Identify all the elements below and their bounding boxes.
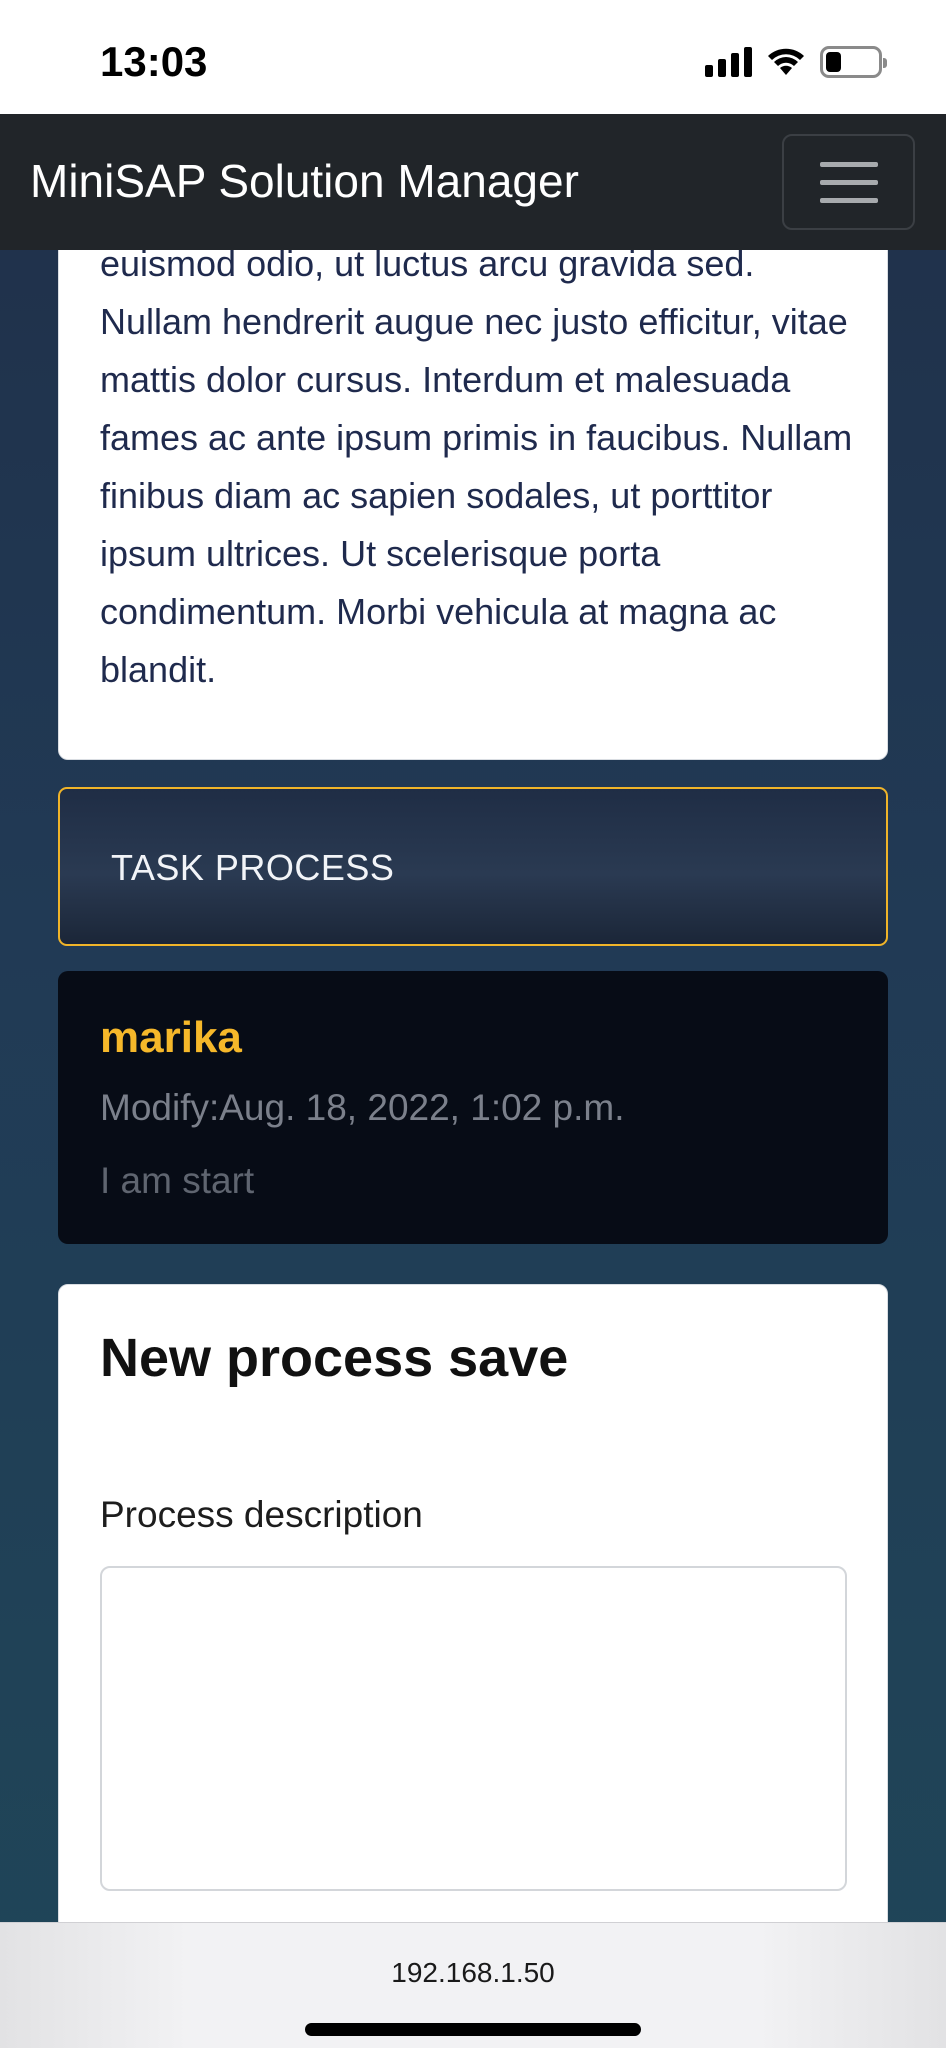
- battery-icon: [820, 46, 887, 78]
- process-user: marika: [100, 1013, 242, 1062]
- status-bar: 13:03: [0, 0, 946, 114]
- signal-icon: [705, 47, 752, 77]
- wifi-icon: [766, 47, 806, 77]
- form-title: New process save: [100, 1328, 569, 1388]
- process-description-label: Process description: [100, 1494, 423, 1535]
- description-text: euismod odio, ut luctus arcu gravida sed…: [100, 250, 853, 690]
- home-indicator[interactable]: [305, 2023, 641, 2036]
- address-url[interactable]: 192.168.1.50: [0, 1957, 946, 1989]
- description-card: euismod odio, ut luctus arcu gravida sed…: [58, 250, 888, 760]
- battery-level: [826, 52, 841, 72]
- status-time: 13:03: [100, 38, 208, 85]
- process-description-input[interactable]: [100, 1566, 847, 1891]
- main-content[interactable]: euismod odio, ut luctus arcu gravida sed…: [0, 250, 946, 1922]
- new-process-form: New process save Process description: [58, 1284, 888, 1922]
- navbar-brand[interactable]: MiniSAP Solution Manager: [30, 154, 579, 208]
- task-process-label: TASK PROCESS: [111, 847, 395, 888]
- browser-address-bar[interactable]: 192.168.1.50: [0, 1922, 946, 2048]
- process-modified: Modify:Aug. 18, 2022, 1:02 p.m.: [100, 1087, 625, 1128]
- process-description: I am start: [100, 1160, 255, 1201]
- hamburger-menu-icon[interactable]: [782, 134, 915, 230]
- process-entry-card: marika Modify:Aug. 18, 2022, 1:02 p.m. I…: [58, 971, 888, 1244]
- navbar: MiniSAP Solution Manager: [0, 114, 946, 250]
- status-icons: [705, 46, 887, 78]
- task-process-header: TASK PROCESS: [58, 787, 888, 946]
